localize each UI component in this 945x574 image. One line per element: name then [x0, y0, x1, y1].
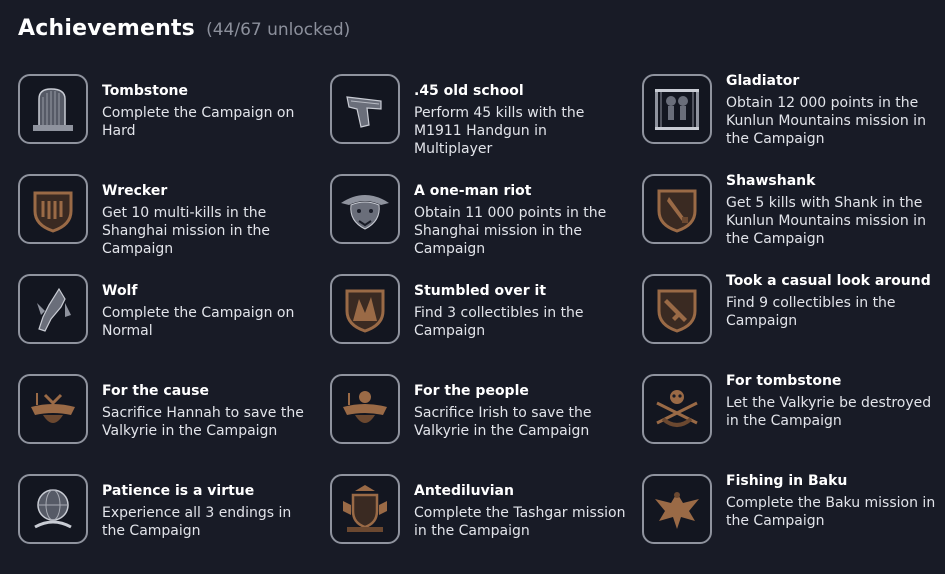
achievement-one-man-riot[interactable]: A one-man riot Obtain 11 000 points in t… — [330, 174, 642, 274]
achievement-name: For the cause — [102, 383, 209, 399]
achievement-name: Fishing in Baku — [726, 473, 848, 489]
rifle-shield-icon — [642, 274, 712, 344]
achievement-fishing-in-baku[interactable]: Fishing in Baku Complete the Baku missio… — [642, 473, 942, 574]
achievement-description: Sacrifice Hannah to save the Valkyrie in… — [102, 405, 304, 439]
achievement-shawshank[interactable]: Shawshank Get 5 kills with Shank in the … — [642, 173, 942, 274]
crest-icon — [330, 474, 400, 544]
achievement-patience-is-a-virtue[interactable]: Patience is a virtue Experience all 3 en… — [18, 474, 330, 574]
achievement-name: Wolf — [102, 283, 138, 299]
shank-shield-icon — [642, 174, 712, 244]
achievement-description: Find 9 collectibles in the Campaign — [726, 295, 896, 329]
achievement-antediluvian[interactable]: Antediluvian Complete the Tashgar missio… — [330, 474, 642, 574]
achievement-for-the-cause[interactable]: For the cause Sacrifice Hannah to save t… — [18, 374, 330, 474]
globe-icon — [18, 474, 88, 544]
achievement-name: Stumbled over it — [414, 283, 547, 299]
achievement-description: Sacrifice Irish to save the Valkyrie in … — [414, 405, 592, 439]
achievement-description: Obtain 12 000 points in the Kunlun Mount… — [726, 95, 926, 147]
tombstone-icon — [18, 74, 88, 144]
achievements-grid: Tombstone Complete the Campaign on Hard … — [18, 73, 942, 574]
achievement-description: Complete the Baku mission in the Campaig… — [726, 495, 936, 529]
achievement-description: Obtain 11 000 points in the Shanghai mis… — [414, 205, 607, 257]
achievement-name: For the people — [414, 383, 529, 399]
valkyrie-icon — [330, 374, 400, 444]
achievement-gladiator[interactable]: Gladiator Obtain 12 000 points in the Ku… — [642, 73, 942, 174]
achievement-name: .45 old school — [414, 83, 524, 99]
wolf-icon — [18, 274, 88, 344]
achievement-name: Gladiator — [726, 73, 800, 89]
handgun-icon — [330, 74, 400, 144]
achievement-took-a-casual-look-around[interactable]: Took a casual look around Find 9 collect… — [642, 273, 942, 374]
eagle-icon — [642, 474, 712, 544]
unlocked-count: (44/67 unlocked) — [206, 20, 351, 40]
achievement-description: Complete the Campaign on Normal — [102, 305, 295, 339]
skull-valkyrie-icon — [642, 374, 712, 444]
achievement-description: Let the Valkyrie be destroyed in the Cam… — [726, 395, 932, 429]
achievement-tombstone[interactable]: Tombstone Complete the Campaign on Hard — [18, 74, 330, 174]
achievement-description: Experience all 3 endings in the Campaign — [102, 505, 292, 539]
collectible-shield-icon — [330, 274, 400, 344]
achievement-wolf[interactable]: Wolf Complete the Campaign on Normal — [18, 274, 330, 374]
achievement-name: Antediluvian — [414, 483, 514, 499]
wrecker-shield-icon — [18, 174, 88, 244]
page-title: Achievements — [18, 16, 195, 41]
achievement-for-the-people[interactable]: For the people Sacrifice Irish to save t… — [330, 374, 642, 474]
achievement-for-tombstone[interactable]: For tombstone Let the Valkyrie be destro… — [642, 373, 942, 474]
achievement-description: Perform 45 kills with the M1911 Handgun … — [414, 105, 585, 157]
achievement-name: Patience is a virtue — [102, 483, 255, 499]
achievement-description: Find 3 collectibles in the Campaign — [414, 305, 584, 339]
achievement-description: Get 5 kills with Shank in the Kunlun Mou… — [726, 195, 926, 247]
achievement-wrecker[interactable]: Wrecker Get 10 multi-kills in the Shangh… — [18, 174, 330, 274]
achievement-name: Took a casual look around — [726, 273, 931, 289]
gladiator-icon — [642, 74, 712, 144]
valkyrie-icon — [18, 374, 88, 444]
page-header: Achievements (44/67 unlocked) — [18, 16, 350, 41]
achievement-name: Shawshank — [726, 173, 816, 189]
achievement-name: A one-man riot — [414, 183, 532, 199]
achievement-description: Complete the Tashgar mission in the Camp… — [414, 505, 626, 539]
achievement-name: Wrecker — [102, 183, 168, 199]
achievement-description: Complete the Campaign on Hard — [102, 105, 295, 139]
achievement-name: For tombstone — [726, 373, 842, 389]
achievement-stumbled-over-it[interactable]: Stumbled over it Find 3 collectibles in … — [330, 274, 642, 374]
achievement-45-old-school[interactable]: .45 old school Perform 45 kills with the… — [330, 74, 642, 174]
achievement-description: Get 10 multi-kills in the Shanghai missi… — [102, 205, 270, 257]
achievement-name: Tombstone — [102, 83, 189, 99]
beast-icon — [330, 174, 400, 244]
